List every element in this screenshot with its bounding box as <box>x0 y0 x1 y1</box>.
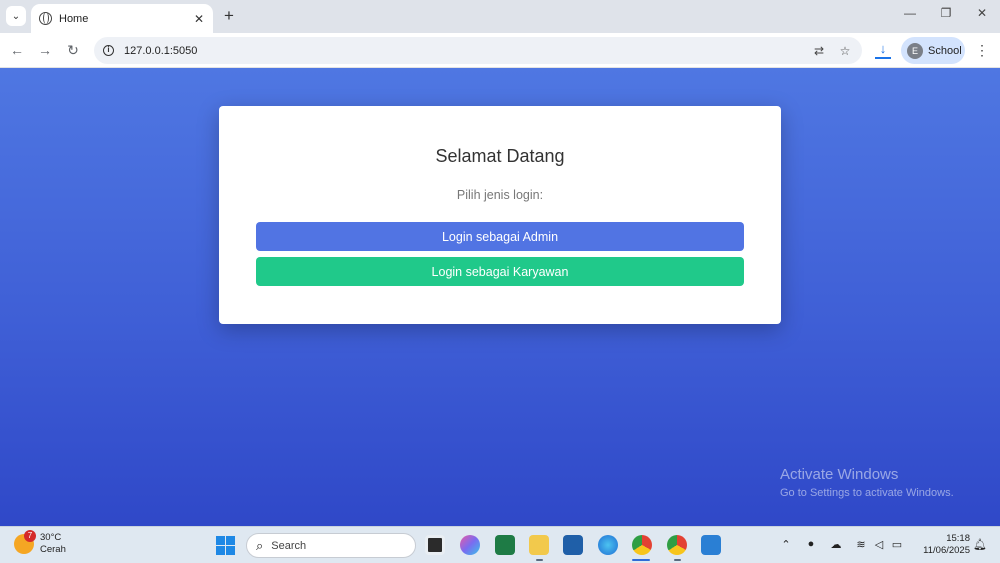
star-icon[interactable]: ☆ <box>836 44 854 58</box>
weather-temp: 30°C <box>40 532 62 543</box>
tab-home[interactable]: Home ✕ <box>31 4 213 33</box>
vscode-icon[interactable] <box>701 535 721 555</box>
login-card: Selamat Datang Pilih jenis login: Login … <box>219 106 781 324</box>
watermark-subtitle: Go to Settings to activate Windows. <box>780 487 954 499</box>
clock-app-icon[interactable]: ● <box>803 538 819 550</box>
translate-icon[interactable]: ⇄ <box>810 44 828 58</box>
profile-label: School <box>928 44 962 57</box>
edge-icon[interactable] <box>598 535 618 555</box>
search-label: Search <box>271 539 307 552</box>
reload-icon[interactable]: ↻ <box>64 41 82 59</box>
search-icon: ⌕ <box>256 537 264 553</box>
chevron-up-icon[interactable]: ⌃ <box>778 538 794 551</box>
tab-strip: ⌄ Home ✕ + — ❐ ✕ <box>0 0 1000 33</box>
app-running-indicator <box>674 559 681 561</box>
browser-toolbar: ← → ↻ i 127.0.0.1:5050 ⇄ ☆ ↓ E School ⋮ <box>0 33 1000 68</box>
avatar: E <box>907 42 923 59</box>
page-title: Selamat Datang <box>435 146 565 166</box>
minimize-button[interactable]: — <box>898 6 922 20</box>
close-icon[interactable]: ✕ <box>190 12 208 26</box>
download-icon[interactable]: ↓ <box>875 41 891 59</box>
chrome-icon[interactable] <box>632 535 652 555</box>
weather-badge: 7 <box>24 530 36 542</box>
page-background: Selamat Datang Pilih jenis login: Login … <box>0 68 1000 526</box>
new-tab-button[interactable]: + <box>219 6 239 26</box>
taskbar-search[interactable]: ⌕ Search <box>246 533 416 558</box>
back-arrow-icon[interactable]: ← <box>8 41 26 59</box>
taskbar-clock[interactable]: 15:18 11/06/2025 <box>914 533 970 557</box>
weather-desc: Cerah <box>40 544 66 555</box>
close-window-button[interactable]: ✕ <box>970 6 994 20</box>
restore-button[interactable]: ❐ <box>934 6 958 20</box>
cloud-icon[interactable]: ☁ <box>828 538 844 551</box>
tab-title: Home <box>59 12 89 25</box>
address-bar[interactable]: i 127.0.0.1:5050 ⇄ ☆ <box>94 37 862 64</box>
clock-time: 15:18 <box>946 533 970 544</box>
more-menu-icon[interactable]: ⋮ <box>974 41 990 59</box>
task-view-icon[interactable] <box>425 535 445 555</box>
activation-watermark: Activate Windows Go to Settings to activ… <box>780 466 954 499</box>
taskbar: 7 30°C Cerah ⌕ Search ⌃ ● ☁ ≋ ◁ ▭ 15:18 … <box>0 526 1000 563</box>
app-active-indicator <box>632 559 650 561</box>
battery-icon[interactable]: ▭ <box>889 538 905 551</box>
login-karyawan-button[interactable]: Login sebagai Karyawan <box>256 257 744 286</box>
notification-bell-icon[interactable]: 🔔︎ <box>972 538 988 551</box>
profile-button[interactable]: E School <box>901 37 965 64</box>
globe-icon <box>39 12 52 25</box>
file-explorer-icon[interactable] <box>529 535 549 555</box>
chevron-down-icon: ⌄ <box>11 10 21 22</box>
watermark-title: Activate Windows <box>780 466 899 483</box>
page-subtitle: Pilih jenis login: <box>456 188 544 202</box>
store-icon[interactable] <box>563 535 583 555</box>
windows-start-icon[interactable] <box>216 536 235 555</box>
chrome-profile-icon[interactable] <box>667 535 687 555</box>
forward-arrow-icon[interactable]: → <box>36 41 54 59</box>
copilot-icon[interactable] <box>460 535 480 555</box>
clock-date: 11/06/2025 <box>923 545 970 556</box>
weather-widget[interactable]: 7 30°C Cerah <box>14 530 66 556</box>
wifi-icon[interactable]: ≋ <box>853 538 869 551</box>
excel-icon[interactable] <box>495 535 515 555</box>
login-admin-button[interactable]: Login sebagai Admin <box>256 222 744 251</box>
url-text[interactable]: 127.0.0.1:5050 <box>124 45 810 57</box>
weather-sun-icon: 7 <box>14 530 36 554</box>
speaker-icon[interactable]: ◁ <box>871 538 887 551</box>
info-icon[interactable]: i <box>103 45 114 56</box>
tab-search-button[interactable]: ⌄ <box>6 6 26 26</box>
app-running-indicator <box>536 559 543 561</box>
